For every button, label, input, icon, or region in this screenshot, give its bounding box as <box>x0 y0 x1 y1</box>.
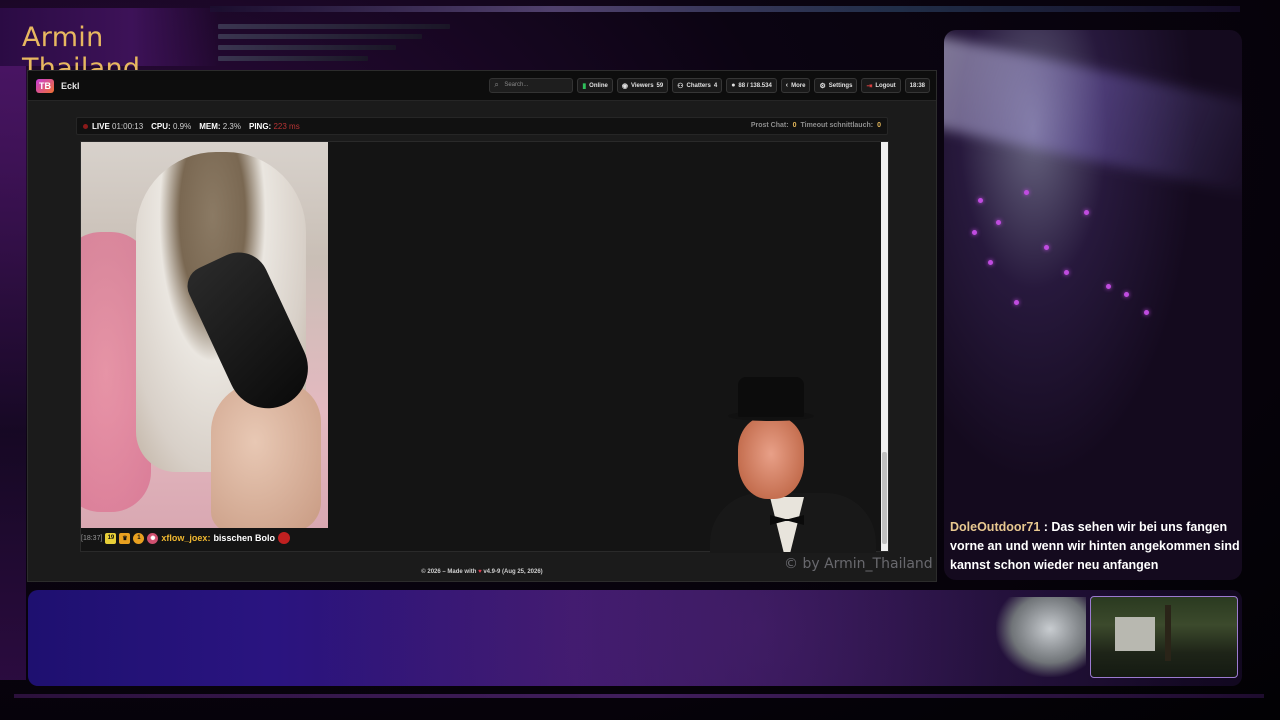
badge-number-icon: 19 <box>105 532 117 544</box>
chat-message-row: [18:37] 19 ♛ 1 ✺ xflow_joex: bisschen Bo… <box>81 530 290 546</box>
clock: 18:38 <box>904 78 930 93</box>
overlay-title-box: Armin Thailand <box>0 8 220 84</box>
nav-actions: Search... ▮ Online ◉ Viewers 59 ⚇ Chatte… <box>489 78 930 93</box>
online-label: Online <box>589 82 608 89</box>
cpu-value: 0.9% <box>172 122 192 131</box>
chat-username[interactable]: xflow_joex: <box>161 533 210 543</box>
logout-label: Logout <box>875 82 896 89</box>
webcam-wall <box>1115 617 1155 651</box>
status-metrics: LIVE 01:00:13 CPU: 0.9% MEM: 2.3% PING: … <box>92 122 300 131</box>
mem-status: MEM: 2.3% <box>199 122 241 131</box>
globe-badge-icon: ✺ <box>147 532 159 544</box>
mascot-character <box>704 377 884 553</box>
search-input[interactable]: Search... <box>489 78 574 93</box>
live-status: LIVE 01:00:13 <box>92 122 143 131</box>
more-button[interactable]: ‹ More <box>780 78 811 93</box>
live-label: LIVE <box>92 122 110 131</box>
timeout-label: Timeout schnittlauch: <box>800 122 874 129</box>
overlay-chat-message: DoleOutdoor71 : Das sehen wir bei uns fa… <box>950 518 1240 575</box>
bottom-decor-border <box>14 694 1264 698</box>
viewers-button[interactable]: ◉ Viewers 59 <box>616 78 669 93</box>
brand-name[interactable]: Eckl <box>61 81 80 91</box>
prost-label: Prost Chat: <box>750 122 789 129</box>
live-time: 01:00:13 <box>112 122 144 131</box>
heart-icon: ♥ <box>478 569 482 575</box>
chat-message-text: bisschen Bolo <box>213 533 275 543</box>
mem-label: MEM: <box>199 122 221 131</box>
messages-button[interactable]: ● 88 / 138.534 <box>726 78 777 93</box>
video-preview[interactable] <box>81 142 328 528</box>
status-bar: LIVE 01:00:13 CPU: 0.9% MEM: 2.3% PING: … <box>76 117 888 135</box>
crown-badge-icon: ♛ <box>119 532 131 544</box>
footer-version: v4.9-9 (Aug 25, 2026) <box>483 569 543 575</box>
ping-status: PING: 223 ms <box>249 122 300 131</box>
webcam-tree <box>1165 605 1171 661</box>
mascot-face <box>738 417 804 499</box>
chat-counters: Prost Chat: 0 Timeout schnittlauch: 0 <box>751 122 881 129</box>
gear-icon: ⚙ <box>819 82 826 90</box>
footer-prefix: © 2026 – Made with <box>421 569 477 575</box>
overlay-copyright: © by Armin_Thailand <box>784 556 933 572</box>
more-label: More <box>791 82 806 89</box>
chatters-button[interactable]: ⚇ Chatters 4 <box>672 78 723 93</box>
cpu-label: CPU: <box>151 122 171 131</box>
ping-value: 223 ms <box>273 122 300 131</box>
prost-value: 0 <box>792 122 797 129</box>
logout-button[interactable]: ⇥ Logout <box>861 78 901 93</box>
live-dot-icon <box>83 124 88 129</box>
users-icon: ⚇ <box>677 82 684 90</box>
chat-username-text: xflow_joex <box>161 533 208 543</box>
left-decor-glow <box>0 60 26 680</box>
viewers-label: Viewers <box>630 82 654 89</box>
mascot-hat <box>738 377 804 417</box>
chatters-label: Chatters <box>686 82 711 89</box>
timeout-value: 0 <box>877 122 881 129</box>
webcam-garden <box>1090 596 1238 678</box>
title-decor-lines <box>218 20 458 66</box>
settings-button[interactable]: ⚙ Settings <box>814 78 858 93</box>
online-button[interactable]: ▮ Online <box>577 78 613 93</box>
logout-icon: ⇥ <box>866 82 873 90</box>
eye-icon: ◉ <box>621 82 628 90</box>
chat-bubble-icon: ● <box>731 82 736 89</box>
overlay-chat-user: DoleOutdoor71 <box>950 520 1041 534</box>
right-galaxy-panel <box>944 30 1242 580</box>
webcam-figure <box>996 597 1086 677</box>
navbar: TB Eckl Search... ▮ Online ◉ Viewers 59 … <box>28 71 936 101</box>
ping-label: PING: <box>248 122 272 131</box>
chat-timestamp: [18:37] <box>81 534 103 542</box>
messages-count: 88 / 138.534 <box>738 82 772 89</box>
overlay-chat-separator: : <box>1040 520 1052 534</box>
stream-overlay: Armin Thailand TB Eckl Search... ▮ Onlin… <box>0 0 1280 720</box>
emote-icon <box>277 532 290 544</box>
chevron-left-icon: ‹ <box>785 82 789 89</box>
cpu-status: CPU: 0.9% <box>151 122 191 131</box>
viewers-count: 59 <box>656 82 664 89</box>
app-logo[interactable]: TB <box>36 79 54 93</box>
sub-badge-icon: 1 <box>133 532 145 544</box>
mem-value: 2.3% <box>222 122 241 131</box>
particle-dots <box>944 150 1242 370</box>
top-decor-strip <box>210 6 1240 12</box>
chatters-count: 4 <box>713 82 718 89</box>
settings-label: Settings <box>828 82 853 89</box>
signal-icon: ▮ <box>582 82 587 90</box>
